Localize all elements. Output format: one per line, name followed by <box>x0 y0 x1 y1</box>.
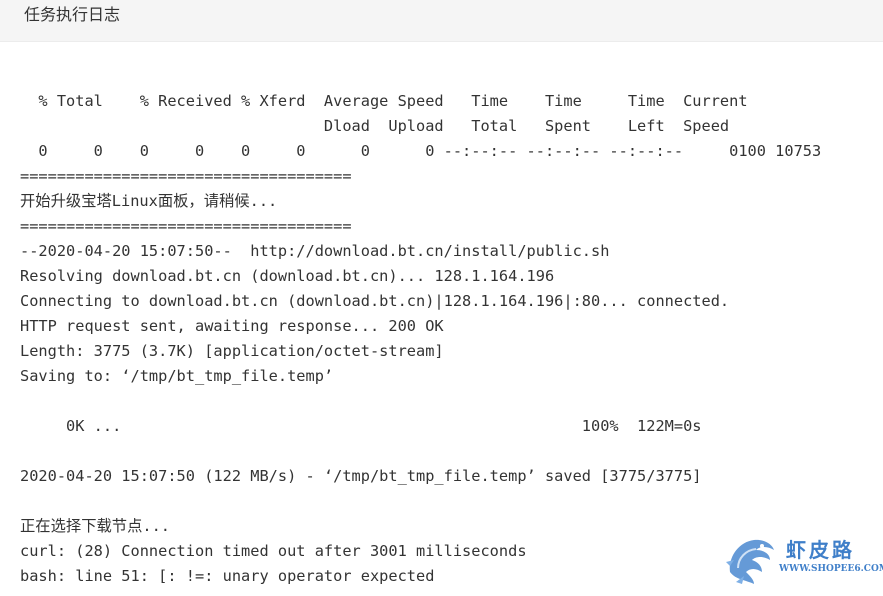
log-line: 2020-04-20 15:07:50 (122 MB/s) - ‘/tmp/b… <box>20 467 702 485</box>
log-line: Resolving download.bt.cn (download.bt.cn… <box>20 267 555 285</box>
log-line: ==================================== <box>20 217 352 235</box>
watermark-url: WWW.SHOPEE6.COM <box>779 564 883 574</box>
page-title: 任务执行日志 <box>24 5 121 24</box>
watermark-brand: 虾皮路 <box>786 538 855 562</box>
log-line: ==================================== <box>20 167 352 185</box>
log-line: Connecting to download.bt.cn (download.b… <box>20 292 730 310</box>
log-line: 开始升级宝塔Linux面板，请稍候... <box>20 192 278 210</box>
title-bar: 任务执行日志 <box>0 0 883 42</box>
watermark: 虾皮路 WWW.SHOPEE6.COM <box>724 532 883 586</box>
log-line: --2020-04-20 15:07:50-- http://download.… <box>20 242 610 260</box>
log-line: Saving to: ‘/tmp/bt_tmp_file.temp’ <box>20 367 334 385</box>
log-line: % Total % Received % Xferd Average Speed… <box>20 92 748 110</box>
dragon-logo-icon <box>726 539 774 584</box>
log-line: Length: 3775 (3.7K) [application/octet-s… <box>20 342 444 360</box>
log-line: Dload Upload Total Spent Left Speed <box>20 117 730 135</box>
log-output: % Total % Received % Xferd Average Speed… <box>20 89 883 589</box>
log-line: HTTP request sent, awaiting response... … <box>20 317 444 335</box>
log-line: 0 0 0 0 0 0 0 0 --:--:-- --:--:-- --:--:… <box>20 142 822 160</box>
log-line: 0K ... 100% 122M=0s <box>20 417 702 435</box>
task-log-window: 任务执行日志 % Total % Received % Xferd Averag… <box>0 0 883 596</box>
